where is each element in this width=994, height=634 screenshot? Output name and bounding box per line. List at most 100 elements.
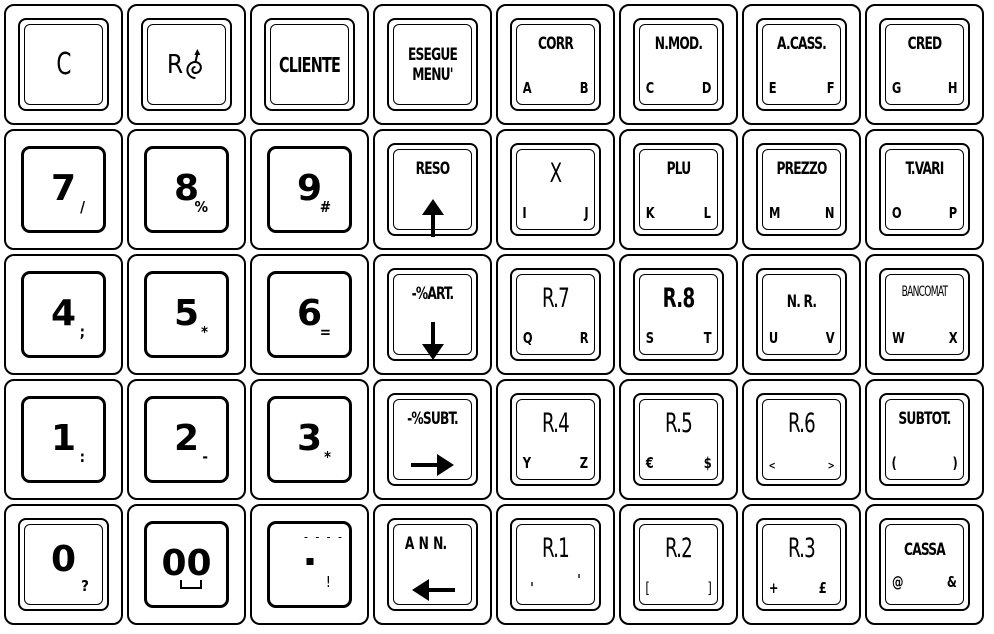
key-alpha-right: '	[577, 571, 581, 589]
key-ann[interactable]: A N N.	[373, 504, 492, 625]
key-face: R.8 S T	[633, 268, 724, 361]
key-face: 4 ;	[21, 271, 106, 358]
key-label: R.4	[541, 408, 570, 439]
key-00[interactable]: 00	[127, 504, 246, 625]
key-alpha-right: R	[579, 329, 589, 347]
key-prezzo[interactable]: PREZZO M N	[742, 129, 861, 250]
key-symbol: #	[319, 198, 331, 216]
key-dot[interactable]: - - - - !	[250, 504, 369, 625]
key-alpha-left: U	[768, 329, 779, 347]
key-alpha-right: J	[584, 204, 589, 222]
key-label: CORR	[537, 34, 574, 54]
key-face: R.5 € $	[633, 393, 724, 486]
key-alpha-left: '	[530, 579, 534, 597]
key-corr[interactable]: CORR A B	[496, 4, 615, 125]
key-label: PLU	[666, 159, 692, 179]
key-face: ESEGUE MENU'	[387, 18, 478, 111]
key-bancomat[interactable]: BANCOMAT W X	[865, 254, 984, 375]
key-label: ESEGUE MENU'	[398, 45, 468, 85]
key-face: - - - - !	[267, 521, 352, 608]
key-r3[interactable]: R.3 + £	[742, 504, 861, 625]
key-alpha-left: (	[891, 454, 897, 472]
key-cassa[interactable]: CASSA @ &	[865, 504, 984, 625]
key-2[interactable]: 2 -	[127, 379, 246, 500]
key-face: 9 #	[267, 146, 352, 233]
key-alpha-right: )	[952, 454, 958, 472]
key-face: 8 %	[144, 146, 229, 233]
key-6[interactable]: 6 =	[250, 254, 369, 375]
key-c[interactable]: C	[4, 4, 123, 125]
key-alpha-left: A	[522, 79, 532, 97]
key-alpha-left: Y	[522, 454, 532, 472]
key-5[interactable]: 5 *	[127, 254, 246, 375]
key-face: SUBTOT. ( )	[879, 393, 970, 486]
key-face: A.CASS. E F	[756, 18, 847, 111]
arrow-right-icon	[410, 454, 454, 476]
key-subtot[interactable]: SUBTOT. ( )	[865, 379, 984, 500]
key-face: 1 :	[21, 396, 106, 483]
key-label: -%SUBT.	[407, 409, 459, 429]
key-face: 0 ?	[18, 518, 109, 611]
key-tvari[interactable]: T.VARI O P	[865, 129, 984, 250]
arrow-down-icon	[421, 322, 444, 360]
key-label: -%ART.	[411, 284, 455, 304]
key-esegue-menu[interactable]: ESEGUE MENU'	[373, 4, 492, 125]
key-r4[interactable]: R.4 Y Z	[496, 379, 615, 500]
key-digit: 0	[50, 539, 77, 580]
key-reso[interactable]: RESO	[373, 129, 492, 250]
key-pct-art[interactable]: -%ART.	[373, 254, 492, 375]
key-8[interactable]: 8 %	[127, 129, 246, 250]
key-cred[interactable]: CRED G H	[865, 4, 984, 125]
key-alpha-left: K	[645, 204, 655, 222]
key-r-spiral[interactable]: R	[127, 4, 246, 125]
key-label: N.MOD.	[654, 34, 703, 54]
key-face: C	[18, 18, 109, 111]
key-alpha-right: N	[824, 204, 835, 222]
key-r1[interactable]: R.1 ' '	[496, 504, 615, 625]
key-label: CASSA	[904, 540, 946, 560]
key-label: PREZZO	[776, 159, 827, 179]
key-face: X I J	[510, 143, 601, 236]
key-face: R.6 < >	[756, 393, 847, 486]
key-face: -%ART.	[387, 268, 478, 361]
key-alpha-left: @	[892, 573, 904, 591]
key-0[interactable]: 0 ?	[4, 504, 123, 625]
key-r8[interactable]: R.8 S T	[619, 254, 738, 375]
key-r7[interactable]: R.7 Q R	[496, 254, 615, 375]
key-label: RESO	[415, 159, 451, 179]
key-pct-subt[interactable]: -%SUBT.	[373, 379, 492, 500]
key-digit: 3	[296, 418, 323, 459]
key-alpha-right: >	[827, 459, 835, 472]
key-acass[interactable]: A.CASS. E F	[742, 4, 861, 125]
key-nr[interactable]: N. R. U V	[742, 254, 861, 375]
key-alpha-left: G	[891, 79, 902, 97]
key-face: N.MOD. C D	[633, 18, 724, 111]
key-alpha-right: D	[701, 79, 712, 97]
key-x[interactable]: X I J	[496, 129, 615, 250]
key-r6[interactable]: R.6 < >	[742, 379, 861, 500]
key-label: R.2	[664, 533, 693, 564]
key-cliente[interactable]: CLIENTE	[250, 4, 369, 125]
key-digit: 6	[296, 293, 323, 334]
key-r2[interactable]: R.2 [ ]	[619, 504, 738, 625]
cash-register-keyboard: C R CLIENTE ESEGUE MENU' CORR A B N.MOD.…	[4, 4, 984, 625]
key-9[interactable]: 9 #	[250, 129, 369, 250]
key-alpha-left: C	[645, 79, 655, 97]
key-alpha-right: £	[818, 579, 827, 597]
key-4[interactable]: 4 ;	[4, 254, 123, 375]
key-nmod[interactable]: N.MOD. C D	[619, 4, 738, 125]
key-plu[interactable]: PLU K L	[619, 129, 738, 250]
key-1[interactable]: 1 :	[4, 379, 123, 500]
key-face: 2 -	[144, 396, 229, 483]
key-3[interactable]: 3 *	[250, 379, 369, 500]
key-digit: 7	[50, 168, 77, 209]
key-label: R.1	[541, 533, 570, 564]
key-r5[interactable]: R.5 € $	[619, 379, 738, 500]
arrow-up-icon	[421, 199, 444, 237]
key-label: R.7	[541, 283, 570, 314]
key-label: R.6	[787, 408, 816, 439]
key-digit: 5	[173, 293, 200, 334]
key-7[interactable]: 7 /	[4, 129, 123, 250]
key-alpha-right: P	[948, 204, 958, 222]
key-face: PLU K L	[633, 143, 724, 236]
